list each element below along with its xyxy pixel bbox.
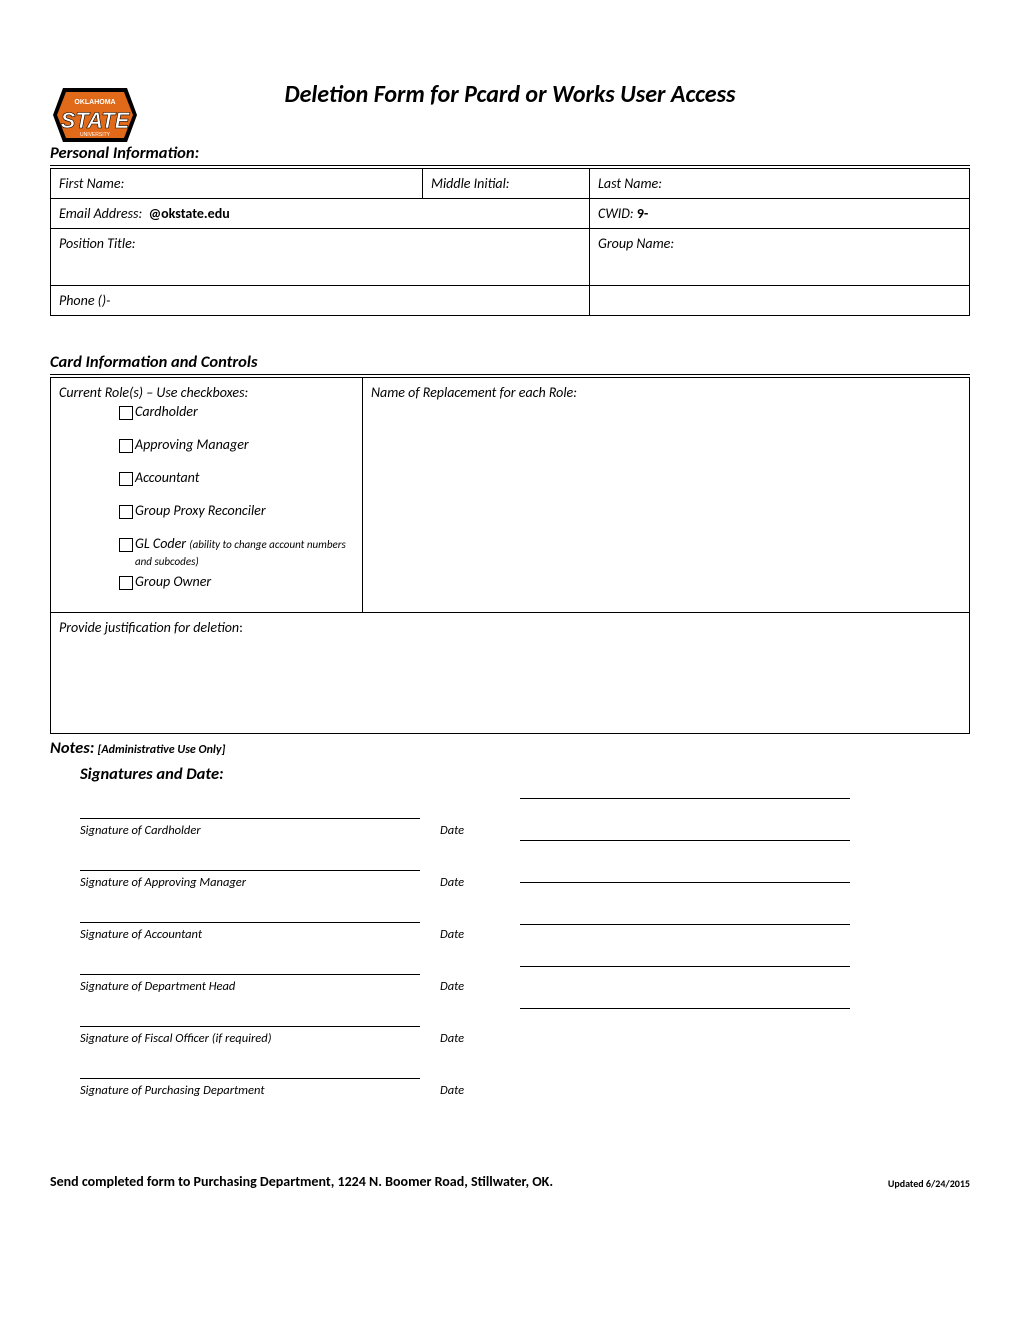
osu-logo: OKLAHOMA STATE UNIVERSITY [45, 80, 145, 150]
svg-text:UNIVERSITY: UNIVERSITY [80, 132, 111, 138]
blank-cell[interactable] [590, 286, 970, 316]
roles-heading: Current Role(s) – Use checkboxes: [59, 384, 354, 401]
position-title-cell[interactable]: Position Title: [51, 229, 590, 286]
svg-text:OKLAHOMA: OKLAHOMA [74, 99, 115, 106]
sig-fiscal-label: Signature of Fiscal Officer (if required… [80, 1028, 440, 1046]
role-group-owner[interactable]: Group Owner [119, 573, 354, 590]
checkbox-icon[interactable] [119, 472, 133, 486]
signature-line-right[interactable] [520, 1008, 850, 1010]
sig-accountant-label: Signature of Accountant [80, 924, 440, 942]
date-label: Date [440, 976, 500, 994]
svg-text:STATE: STATE [61, 108, 131, 133]
date-label: Date [440, 1080, 500, 1098]
cwid-cell[interactable]: CWID: 9- [590, 199, 970, 229]
signature-line-right[interactable] [520, 924, 850, 926]
personal-info-table: First Name: Middle Initial: Last Name: E… [50, 168, 970, 316]
date-label: Date [440, 820, 500, 838]
sig-dept-head-label: Signature of Department Head [80, 976, 440, 994]
form-title: Deletion Form for Pcard or Works User Ac… [50, 80, 970, 109]
role-gl-coder[interactable]: GL Coder (ability to change account numb… [119, 535, 354, 569]
role-approving-manager[interactable]: Approving Manager [119, 436, 354, 453]
checkbox-icon[interactable] [119, 538, 133, 552]
signature-line-right[interactable] [520, 966, 850, 968]
checkbox-icon[interactable] [119, 576, 133, 590]
footer-instructions: Send completed form to Purchasing Depart… [50, 1173, 553, 1190]
replacement-cell[interactable]: Name of Replacement for each Role: [363, 378, 970, 613]
phone-cell[interactable]: Phone ()- [51, 286, 590, 316]
notes-heading: Notes: [Administrative Use Only] [50, 738, 970, 758]
roles-cell: Current Role(s) – Use checkboxes: Cardho… [51, 378, 363, 613]
sig-purchasing-label: Signature of Purchasing Department [80, 1080, 440, 1098]
sig-approving-manager-label: Signature of Approving Manager [80, 872, 440, 890]
section-personal-info: Personal Information: [50, 143, 970, 166]
first-name-cell[interactable]: First Name: [51, 169, 423, 199]
signatures-heading: Signatures and Date: [80, 764, 970, 784]
footer-updated: Updated 6/24/2015 [888, 1177, 970, 1190]
sig-cardholder-label: Signature of Cardholder [80, 820, 440, 838]
role-group-proxy[interactable]: Group Proxy Reconciler [119, 502, 354, 519]
role-cardholder[interactable]: Cardholder [119, 403, 354, 420]
date-label: Date [440, 924, 500, 942]
date-label: Date [440, 1028, 500, 1046]
email-cell[interactable]: Email Address: @okstate.edu [51, 199, 590, 229]
signature-line-right[interactable] [520, 840, 850, 842]
last-name-cell[interactable]: Last Name: [590, 169, 970, 199]
card-info-table: Current Role(s) – Use checkboxes: Cardho… [50, 377, 970, 734]
signature-line-right[interactable] [520, 798, 850, 800]
justification-cell[interactable]: Provide justification for deletion: [51, 613, 970, 734]
section-card-info: Card Information and Controls [50, 352, 970, 375]
checkbox-icon[interactable] [119, 505, 133, 519]
signature-line-right[interactable] [520, 882, 850, 884]
middle-initial-cell[interactable]: Middle Initial: [423, 169, 590, 199]
checkbox-icon[interactable] [119, 406, 133, 420]
checkbox-icon[interactable] [119, 439, 133, 453]
date-label: Date [440, 872, 500, 890]
group-name-cell[interactable]: Group Name: [590, 229, 970, 286]
role-accountant[interactable]: Accountant [119, 469, 354, 486]
